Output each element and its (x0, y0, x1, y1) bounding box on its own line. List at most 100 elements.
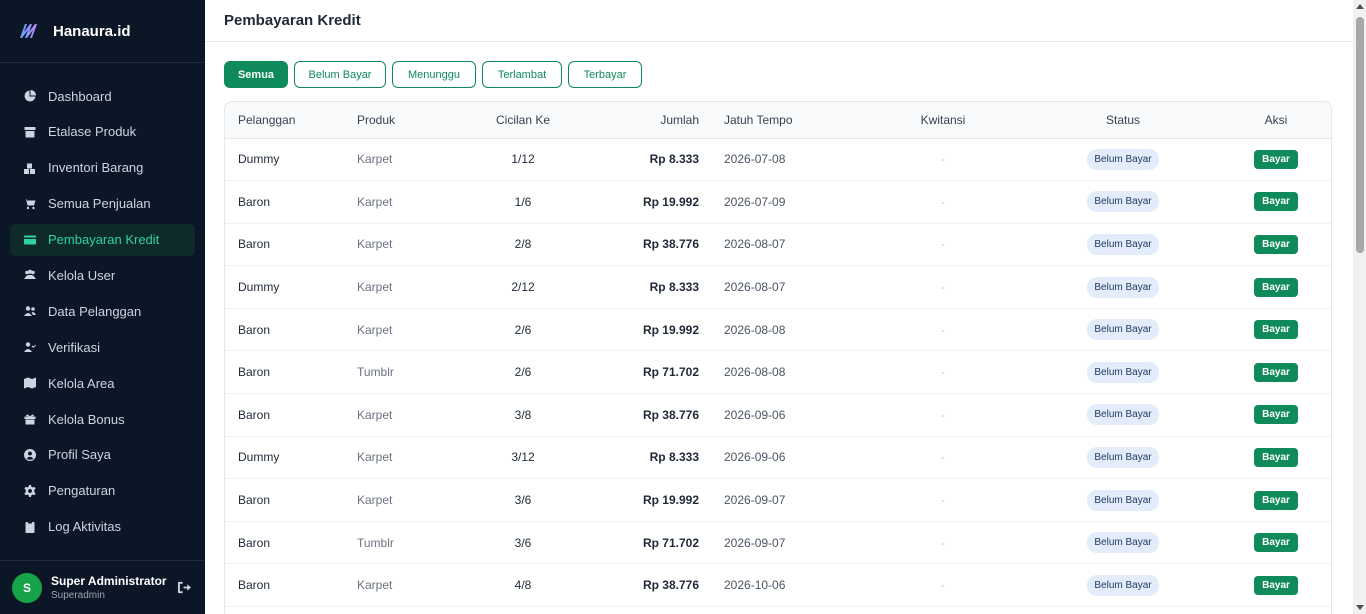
cell-kwitansi: - (859, 223, 1027, 267)
user-profile: S Super Administrator Superadmin (0, 560, 205, 614)
table-row: Baron Karpet 3/8 Rp 38.776 2026-09-06- Belum … (225, 393, 1331, 437)
table-row: Baron Karpet 2/6 Rp 19.992 2026-08-08- Belum … (225, 308, 1331, 352)
sidebar-item-label: Pembayaran Kredit (48, 232, 160, 248)
column-header-status[interactable]: Status (1027, 102, 1219, 139)
sidebar-item-data-pelanggan[interactable]: Data Pelanggan (10, 295, 195, 327)
filter-belum-bayar-button[interactable]: Belum Bayar (294, 61, 386, 88)
scrollbar-thumb[interactable] (1356, 17, 1364, 253)
column-header-produk[interactable]: Produk (357, 102, 475, 139)
sidebar-item-kelola-area[interactable]: Kelola Area (10, 367, 195, 399)
sidebar-item-pembayaran-kredit[interactable]: Pembayaran Kredit (10, 223, 195, 256)
table-row: Baron Tumblr 3/6 Rp 71.702 2026-09-07- Belum … (225, 521, 1331, 565)
cell-pelanggan: Dummy (225, 436, 357, 480)
cell-pelanggan: Dummy (225, 265, 357, 309)
sidebar-item-profil-saya[interactable]: Profil Saya (10, 439, 195, 471)
sidebar-item-label: Kelola Bonus (48, 411, 125, 427)
cell-jumlah: Rp 19.992 (571, 180, 699, 224)
scroll-up-arrow-icon[interactable] (1356, 4, 1364, 9)
cell-aksi: Bayar (1219, 223, 1331, 267)
cell-kwitansi: - (859, 265, 1027, 309)
status-badge: Belum Bayar (1087, 532, 1159, 554)
bayar-button[interactable]: Bayar (1254, 192, 1298, 212)
warehouse-icon (24, 162, 36, 174)
status-badge: Belum Bayar (1087, 233, 1159, 255)
table-body: Dummy Karpet 1/12 Rp 8.333 2026-07-08- Belum … (225, 138, 1331, 608)
column-header-jatuh-tempo[interactable]: Jatuh Tempo (699, 102, 859, 139)
column-header-cicilan-ke[interactable]: Cicilan Ke (475, 102, 571, 139)
filter-terbayar-button[interactable]: Terbayar (568, 61, 642, 88)
bayar-button[interactable]: Bayar (1254, 533, 1298, 553)
status-badge: Belum Bayar (1087, 446, 1159, 468)
avatar[interactable]: S (12, 572, 42, 603)
bayar-button[interactable]: Bayar (1254, 575, 1298, 595)
sidebar-item-label: Kelola Area (48, 375, 115, 391)
column-header-kwitansi[interactable]: Kwitansi (859, 102, 1027, 139)
bayar-button[interactable]: Bayar (1254, 277, 1298, 297)
cell-cicilan-ke: 3/6 (475, 478, 571, 522)
cell-cicilan-ke: 3/6 (475, 521, 571, 565)
cell-cicilan-ke: 2/6 (475, 308, 571, 352)
sidebar-item-label: Kelola User (48, 267, 116, 283)
page-header: Pembayaran Kredit (205, 0, 1353, 42)
customers-icon (24, 305, 36, 317)
cell-aksi: Bayar (1219, 180, 1331, 224)
cell-kwitansi: - (859, 180, 1027, 224)
cell-jatuh-tempo: 2026-08-07 (699, 265, 859, 309)
filter-terlambat-button[interactable]: Terlambat (482, 61, 562, 88)
sidebar-item-label: Inventori Barang (48, 160, 144, 176)
sidebar-item-inventori-barang[interactable]: Inventori Barang (10, 152, 195, 184)
gear-icon (24, 484, 36, 497)
sidebar-item-log-aktivitas[interactable]: Log Aktivitas (10, 511, 195, 543)
cell-jumlah: Rp 19.992 (571, 478, 699, 522)
sidebar-item-kelola-bonus[interactable]: Kelola Bonus (10, 403, 195, 435)
sidebar-item-pengaturan[interactable]: Pengaturan (10, 475, 195, 507)
brand[interactable]: Hanaura.id (0, 0, 205, 63)
status-badge: Belum Bayar (1087, 489, 1159, 511)
sidebar-item-label: Etalase Produk (48, 124, 137, 140)
cell-produk: Karpet (357, 223, 475, 267)
sidebar-item-verifikasi[interactable]: Verifikasi (10, 331, 195, 363)
cell-cicilan-ke: 2/8 (475, 223, 571, 267)
table-row: Baron Karpet 3/6 Rp 19.992 2026-09-07- Belum … (225, 478, 1331, 522)
cell-pelanggan: Baron (225, 180, 357, 224)
logout-button[interactable] (176, 580, 192, 596)
cell-kwitansi: - (859, 478, 1027, 522)
bayar-button[interactable]: Bayar (1254, 234, 1298, 254)
box-icon (24, 126, 36, 138)
filter-menunggu-button[interactable]: Menunggu (392, 61, 476, 88)
cell-pelanggan: Baron (225, 393, 357, 437)
cell-jatuh-tempo: 2026-08-08 (699, 308, 859, 352)
cell-pelanggan: Baron (225, 521, 357, 565)
filter-semua-button[interactable]: Semua (224, 61, 288, 88)
sidebar-item-dashboard[interactable]: Dashboard (10, 80, 195, 112)
scroll-down-arrow-icon[interactable] (1356, 605, 1364, 610)
column-header-jumlah[interactable]: Jumlah (571, 102, 699, 139)
sidebar-item-semua-penjualan[interactable]: Semua Penjualan (10, 188, 195, 220)
bayar-button[interactable]: Bayar (1254, 362, 1298, 382)
cell-jatuh-tempo: 2026-08-08 (699, 350, 859, 395)
cell-status: Belum Bayar (1027, 180, 1219, 224)
cell-produk: Karpet (357, 563, 475, 608)
cell-jatuh-tempo: 2026-08-07 (699, 223, 859, 267)
column-header-pelanggan[interactable]: Pelanggan (225, 102, 357, 139)
bayar-button[interactable]: Bayar (1254, 405, 1298, 425)
cell-jumlah: Rp 8.333 (571, 265, 699, 309)
sidebar: Hanaura.id Dashboard Etalase Produk Inve… (0, 0, 205, 614)
cell-cicilan-ke: 2/12 (475, 265, 571, 309)
bayar-button[interactable]: Bayar (1254, 149, 1298, 169)
cell-status: Belum Bayar (1027, 478, 1219, 522)
cell-kwitansi: - (859, 521, 1027, 565)
sidebar-item-label: Data Pelanggan (48, 303, 142, 319)
cell-jumlah: Rp 38.776 (571, 393, 699, 437)
cell-aksi: Bayar (1219, 308, 1331, 352)
users-icon (24, 269, 36, 281)
sidebar-item-label: Semua Penjualan (48, 196, 151, 212)
page-scrollbar[interactable] (1353, 0, 1366, 614)
bayar-button[interactable]: Bayar (1254, 447, 1298, 467)
bayar-button[interactable]: Bayar (1254, 320, 1298, 340)
sidebar-item-etalase-produk[interactable]: Etalase Produk (10, 116, 195, 148)
bayar-button[interactable]: Bayar (1254, 490, 1298, 510)
cell-produk: Karpet (357, 265, 475, 309)
sidebar-item-kelola-user[interactable]: Kelola User (10, 259, 195, 291)
cell-jumlah: Rp 71.702 (571, 350, 699, 395)
